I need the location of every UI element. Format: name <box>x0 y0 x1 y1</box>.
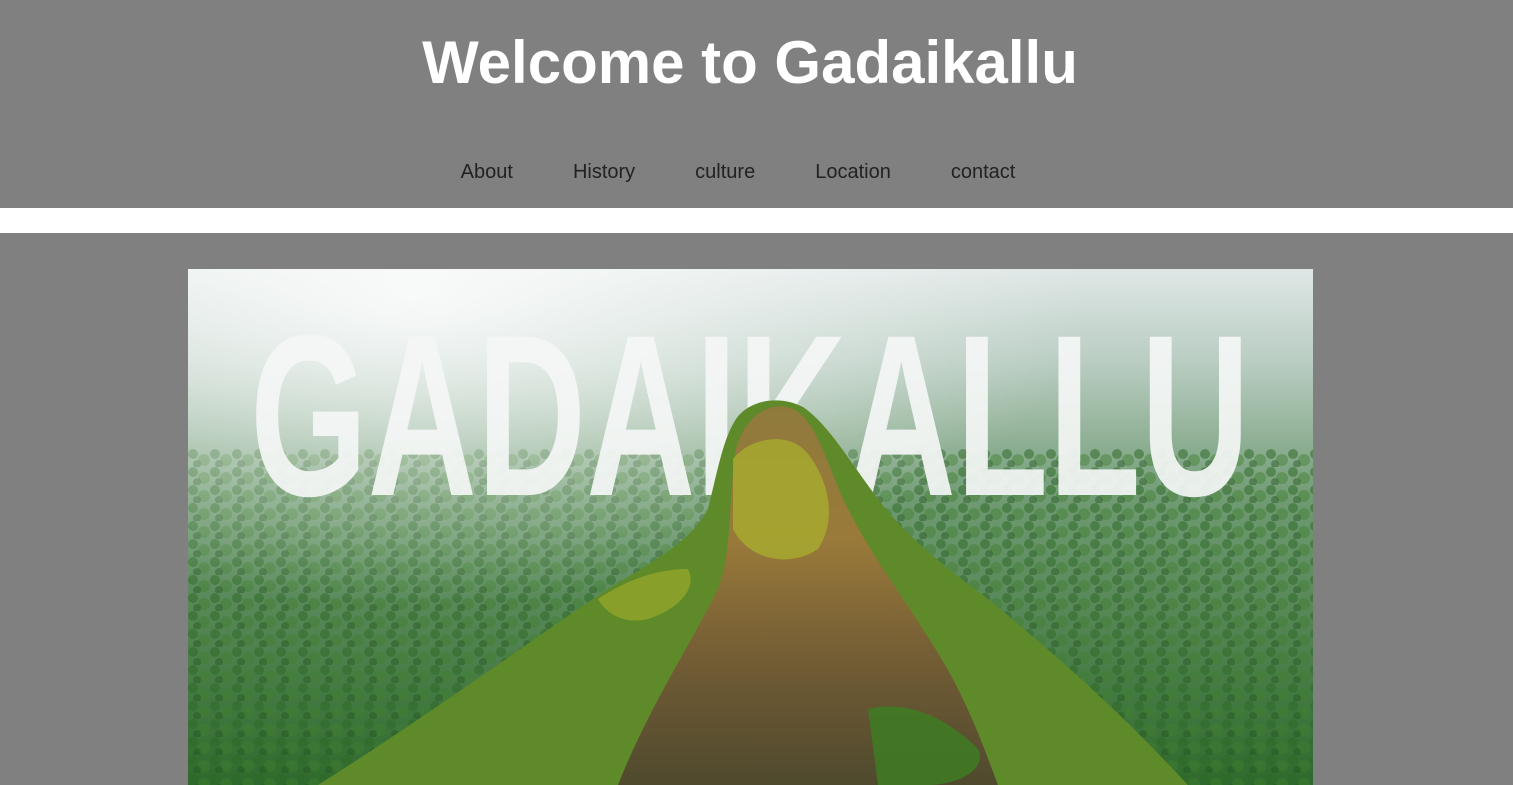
nav-link-history[interactable]: History <box>573 158 635 186</box>
main-section: GADAIKALLU <box>0 233 1513 785</box>
hero-image: GADAIKALLU <box>188 269 1313 785</box>
nav-link-location[interactable]: Location <box>815 158 891 186</box>
nav-link-contact[interactable]: contact <box>951 158 1015 186</box>
page-title: Welcome to Gadaikallu <box>422 29 1078 96</box>
header-spacer <box>0 208 1513 233</box>
site-header: Welcome to Gadaikallu About History cult… <box>0 0 1513 208</box>
main-nav: About History culture Location contact <box>0 158 1476 186</box>
nav-link-culture[interactable]: culture <box>695 158 755 186</box>
nav-link-about[interactable]: About <box>461 158 513 186</box>
